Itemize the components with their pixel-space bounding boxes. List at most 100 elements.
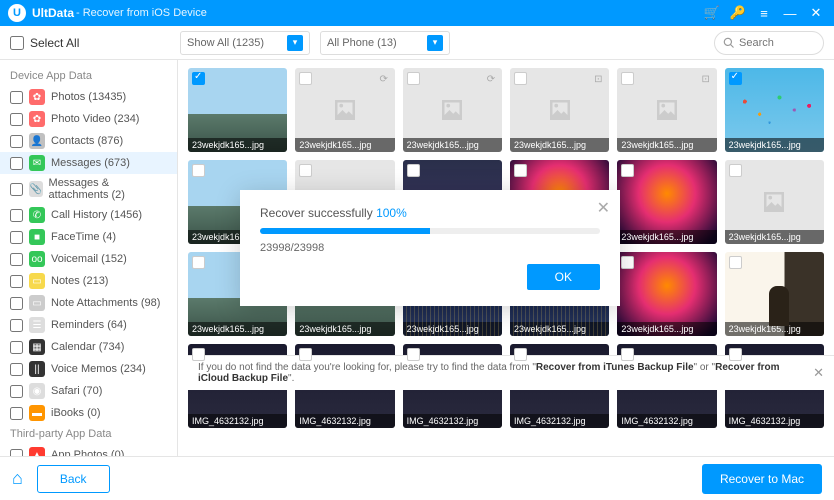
sidebar-item[interactable]: ■FaceTime (4) [0,226,177,248]
sidebar-item[interactable]: ||Voice Memos (234) [0,358,177,380]
thumb-checkbox[interactable] [621,72,634,85]
thumb-checkbox[interactable] [192,348,205,361]
thumb-checkbox[interactable] [192,72,205,85]
minimize-icon[interactable]: — [780,3,800,23]
category-checkbox[interactable] [10,297,23,310]
select-all-checkbox[interactable] [10,36,24,50]
thumb-filename: 23wekjdk165...jpg [188,322,287,336]
topbar: Select All Show All (1235) ▾ All Phone (… [0,26,834,60]
category-checkbox[interactable] [10,253,23,266]
thumbnail[interactable]: 23wekjdk165...jpg [725,252,824,336]
sidebar-item[interactable]: ✉Messages (673) [0,152,177,174]
thumbnail[interactable]: ⊡23wekjdk165...jpg [617,68,716,152]
sidebar-item[interactable]: ✿Photos (13435) [0,86,177,108]
thumbnail[interactable]: 23wekjdk165...jpg [725,160,824,244]
thumb-checkbox[interactable] [621,164,634,177]
recover-button[interactable]: Recover to Mac [702,464,822,494]
category-checkbox[interactable] [10,385,23,398]
home-icon[interactable]: ⌂ [12,468,23,489]
category-checkbox[interactable] [10,135,23,148]
sidebar-item[interactable]: ✆Call History (1456) [0,204,177,226]
category-checkbox[interactable] [10,113,23,126]
filter-showall[interactable]: Show All (1235) ▾ [180,31,310,55]
dialog-close-icon[interactable]: ✕ [597,198,610,218]
sidebar: Device App Data ✿Photos (13435)✿Photo Vi… [0,60,178,456]
thumbnail[interactable]: ⟳23wekjdk165...jpg [295,68,394,152]
thumb-checkbox[interactable] [729,256,742,269]
footer: ⌂ Back Recover to Mac [0,456,834,500]
sidebar-item[interactable]: 👤Contacts (876) [0,130,177,152]
thumb-status-icon: ⊡ [699,72,713,86]
thumb-checkbox[interactable] [514,72,527,85]
select-all[interactable]: Select All [10,36,170,50]
thumb-checkbox[interactable] [621,348,634,361]
category-icon: ✉ [29,155,45,171]
thumbnail[interactable]: 23wekjdk165...jpg [617,252,716,336]
search-box[interactable] [714,31,824,55]
sidebar-item[interactable]: ▲App Photos (0) [0,444,177,456]
thumb-checkbox[interactable] [299,348,312,361]
category-checkbox[interactable] [10,231,23,244]
thumb-checkbox[interactable] [729,72,742,85]
search-input[interactable] [739,37,809,49]
menu-icon[interactable]: ≡ [754,3,774,23]
category-label: Note Attachments (98) [51,297,160,309]
thumb-checkbox[interactable] [407,348,420,361]
app-subtitle: - Recover from iOS Device [76,7,207,19]
sidebar-item[interactable]: ooVoicemail (152) [0,248,177,270]
sidebar-item[interactable]: ✿Photo Video (234) [0,108,177,130]
category-checkbox[interactable] [10,341,23,354]
category-checkbox[interactable] [10,209,23,222]
thumb-checkbox[interactable] [621,256,634,269]
thumbnail[interactable]: ⊡23wekjdk165...jpg [510,68,609,152]
thumb-checkbox[interactable] [729,164,742,177]
category-checkbox[interactable] [10,91,23,104]
category-checkbox[interactable] [10,407,23,420]
thumbnail[interactable]: ⟳23wekjdk165...jpg [403,68,502,152]
hint-close-icon[interactable]: ✕ [813,365,824,381]
category-checkbox[interactable] [10,363,23,376]
sidebar-item[interactable]: 📎Messages & attachments (2) [0,174,177,204]
dialog-count: 23998/23998 [260,242,600,254]
thumb-checkbox[interactable] [407,72,420,85]
thumb-checkbox[interactable] [407,164,420,177]
app-name: UltData [32,6,74,20]
category-icon: ▬ [29,405,45,421]
sidebar-item[interactable]: ▭Note Attachments (98) [0,292,177,314]
thumb-checkbox[interactable] [299,72,312,85]
thumb-checkbox[interactable] [514,164,527,177]
category-checkbox[interactable] [10,275,23,288]
thumb-filename: 23wekjdk165...jpg [510,322,609,336]
sidebar-item[interactable]: ☰Reminders (64) [0,314,177,336]
thumbnail[interactable]: 23wekjdk165...jpg [617,160,716,244]
category-checkbox[interactable] [10,319,23,332]
thumb-checkbox[interactable] [299,164,312,177]
back-button[interactable]: Back [37,465,110,493]
ok-button[interactable]: OK [527,264,600,290]
sidebar-item[interactable]: ▭Notes (213) [0,270,177,292]
thumb-filename: 23wekjdk165...jpg [725,322,824,336]
sidebar-item[interactable]: ▬iBooks (0) [0,402,177,424]
thumbnail[interactable]: 23wekjdk165...jpg [725,68,824,152]
category-icon: oo [29,251,45,267]
sidebar-item[interactable]: ▦Calendar (734) [0,336,177,358]
category-checkbox[interactable] [10,183,23,196]
thumb-checkbox[interactable] [729,348,742,361]
thumb-checkbox[interactable] [514,348,527,361]
key-icon[interactable]: 🔑 [728,3,748,23]
thumb-filename: 23wekjdk165...jpg [188,138,287,152]
category-checkbox[interactable] [10,157,23,170]
category-checkbox[interactable] [10,449,23,457]
thumb-checkbox[interactable] [192,164,205,177]
thumb-filename: 23wekjdk165...jpg [617,322,716,336]
thumb-status-icon: ⟳ [377,72,391,86]
progress-bar [260,228,600,234]
cart-icon[interactable]: 🛒 [702,3,722,23]
close-icon[interactable]: ✕ [806,3,826,23]
thumb-checkbox[interactable] [192,256,205,269]
filter-device[interactable]: All Phone (13) ▾ [320,31,450,55]
thumbnail[interactable]: 23wekjdk165...jpg [188,68,287,152]
thumb-filename: 23wekjdk165...jpg [617,230,716,244]
sidebar-item[interactable]: ◉Safari (70) [0,380,177,402]
category-label: Reminders (64) [51,319,127,331]
